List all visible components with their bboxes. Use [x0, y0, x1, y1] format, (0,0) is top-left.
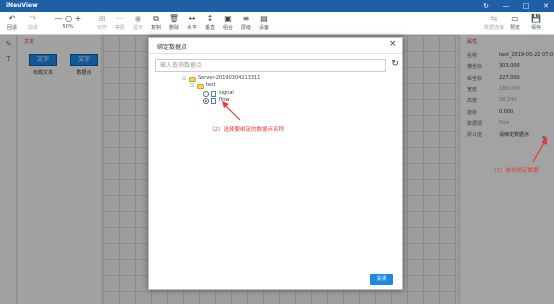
arrow-to-pencil: [532, 140, 546, 163]
arrow-to-flow: [224, 104, 241, 121]
annotation-arrows: [222, 101, 547, 163]
arrowhead-flow-icon: [222, 101, 229, 108]
